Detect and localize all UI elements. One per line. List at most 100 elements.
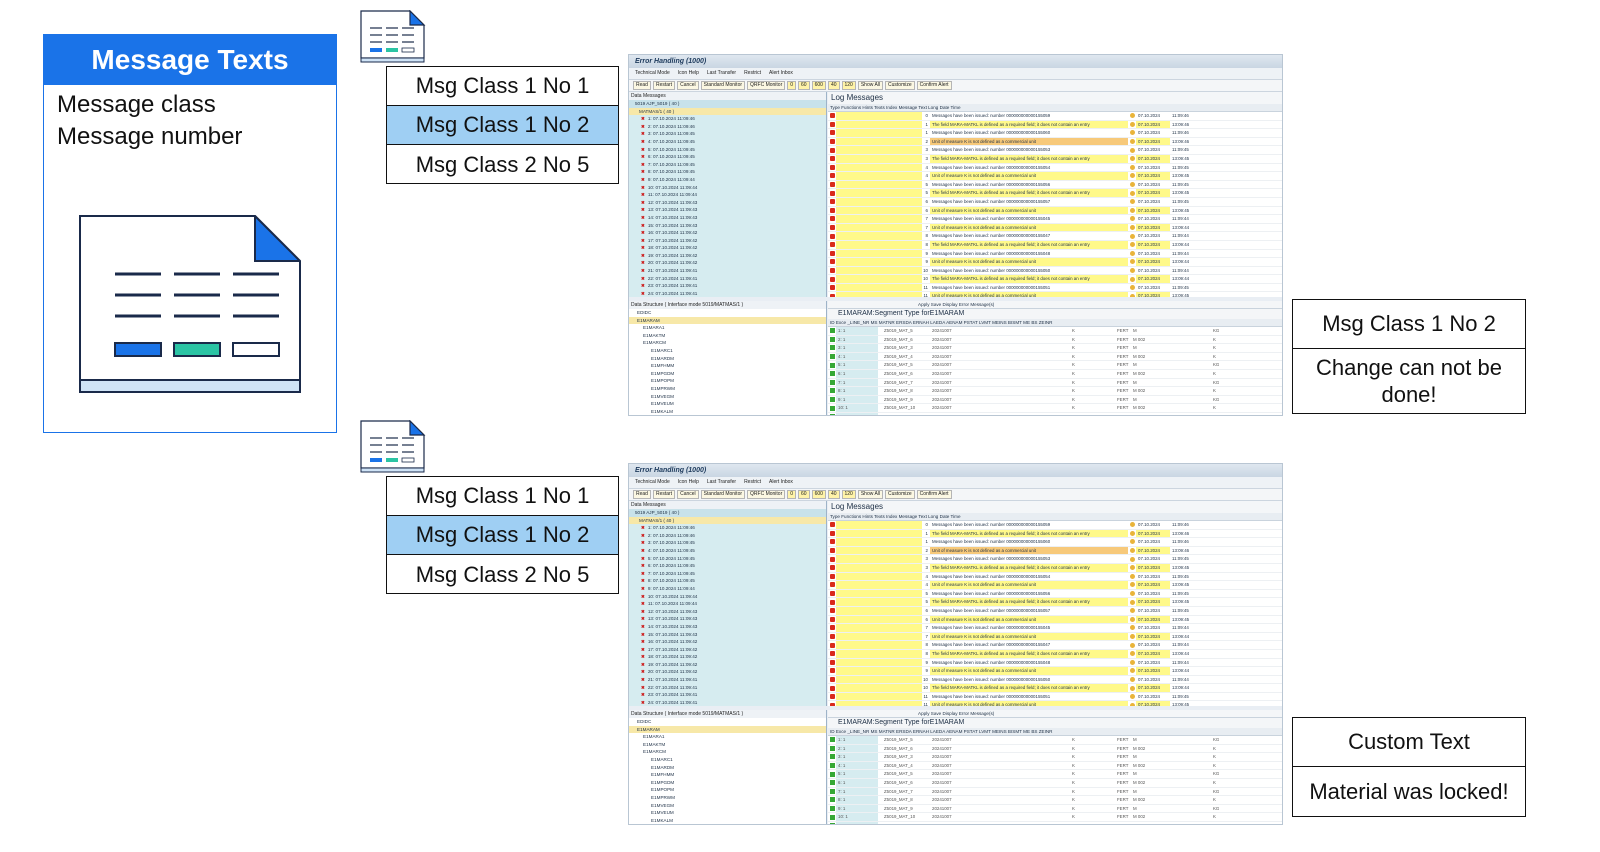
structure-item[interactable]: E1MKALM [629,408,826,415]
segment-row[interactable]: 1: 1 Z5019_MAT_5 20241007 K FERT M KG [828,327,1282,336]
structure-item[interactable]: E1MARC1 [629,347,826,355]
structure-item[interactable]: E1MPRWM [629,385,826,393]
tree-item[interactable]: ✖ 5: 07.10.2024 11:09:45 [629,145,826,154]
segment-row[interactable]: 3: 1 Z5019_MAT_3 20241007 K FERT M K [828,344,1282,353]
structure-item[interactable]: E1MPGDM [629,779,826,787]
log-row[interactable]: 10 Messages have been issued: number 0000… [828,675,1282,685]
log-row[interactable]: 8 The field MARA-MATKL is defined as a re… [828,240,1282,250]
log-row[interactable]: 5 The field MARA-MATKL is defined as a re… [828,598,1282,607]
log-row[interactable]: 5 Messages have been issued: number 00000… [828,180,1282,190]
log-row[interactable]: 1 The field MARA-MATKL is defined as a re… [828,529,1282,539]
segment-row[interactable]: 2: 1 Z5019_MAT_6 20241007 K FERT M 002 K [828,744,1282,754]
segment-row[interactable]: 4: 1 Z5019_MAT_4 20241007 K FERT M 002 K [828,352,1282,362]
log-row[interactable]: 11 Unit of measure K is not defined as a … [828,292,1282,297]
sap-toolbar-button[interactable]: Cancel [677,81,699,90]
tree-item[interactable]: ✖ 17: 07.10.2024 11:09:42 [629,645,826,654]
structure-item[interactable]: E1MARCM [629,339,826,347]
structure-item[interactable]: E1MFHMM [629,362,826,370]
tree-item[interactable]: ✖ 24: 07.10.2024 11:09:41 [629,698,826,706]
log-row[interactable]: 8 The field MARA-MATKL is defined as a re… [828,649,1282,659]
structure-item[interactable]: E1MVEUM [629,400,826,408]
log-row[interactable]: 1 Messages have been issued: number 00000… [828,129,1282,138]
tree-item[interactable]: ✖ 23: 07.10.2024 11:09:41 [629,691,826,699]
sap-toolbar-button[interactable]: Read [633,81,651,90]
message-list-item[interactable]: Msg Class 1 No 1 [387,67,618,106]
tree-root[interactable]: 5019 AJP_5019 ( 40 ) [629,509,826,517]
log-row[interactable]: 10 Messages have been issued: number 0000… [828,266,1282,276]
sap-toolbar-button[interactable]: QRFC Monitor [747,490,786,499]
tree-item[interactable]: ✖ 22: 07.10.2024 11:09:41 [629,274,826,283]
log-row[interactable]: 6 Messages have been issued: number 00000… [828,197,1282,207]
log-row[interactable]: 4 Unit of measure K is not defined as a c… [828,581,1282,590]
tree-item[interactable]: ✖ 21: 07.10.2024 11:09:41 [629,676,826,684]
tree-item[interactable]: ✖ 3: 07.10.2024 11:09:45 [629,130,826,138]
log-row[interactable]: 8 Messages have been issued: number 00000… [828,232,1282,241]
log-row[interactable]: 11 Unit of measure K is not defined as a … [828,701,1282,706]
sap-toolbar-button[interactable]: Technical Mode [635,70,670,76]
log-row[interactable]: 3 Messages have been issued: number 00000… [828,146,1282,155]
sap-toolbar-button[interactable]: Standard Monitor [700,490,746,499]
structure-item[interactable]: E1MARA1 [629,733,826,741]
tree-child[interactable]: MATMAS/1 ( 40 ) [629,516,826,525]
tree-item[interactable]: ✖ 9: 07.10.2024 11:09:44 [629,584,826,593]
sap-toolbar-button[interactable]: Restrict [744,70,761,76]
tree-item[interactable]: ✖ 1: 07.10.2024 11:09:46 [629,115,826,123]
tree-item[interactable]: ✖ 2: 07.10.2024 11:09:46 [629,122,826,131]
tree-item[interactable]: ✖ 16: 07.10.2024 11:09:42 [629,229,826,237]
message-list-item-selected[interactable]: Msg Class 1 No 2 [387,106,618,145]
tree-item[interactable]: ✖ 24: 07.10.2024 11:09:41 [629,289,826,297]
sap-toolbar-button[interactable]: 60 [798,490,810,499]
structure-item[interactable]: E1MARC1 [629,756,826,764]
log-row[interactable]: 8 Messages have been issued: number 00000… [828,641,1282,650]
structure-item[interactable]: E1MFHMM [629,771,826,779]
segment-row[interactable]: 7: 1 Z5019_MAT_7 20241007 K FERT M KG [828,787,1282,797]
sap-toolbar-button[interactable]: 0 [787,81,797,90]
tree-item[interactable]: ✖ 6: 07.10.2024 11:09:45 [629,562,826,570]
log-row[interactable]: 0 Messages have been issued: number 00000… [828,521,1282,530]
tree-item[interactable]: ✖ 7: 07.10.2024 11:09:45 [629,569,826,578]
sap-toolbar-button[interactable]: 120 [841,490,856,499]
sap-toolbar-button[interactable]: 40 [827,490,840,499]
sap-toolbar-button[interactable]: Confirm Alert [916,81,952,90]
sap-toolbar-button[interactable]: Last Transfer [707,479,736,485]
structure-item[interactable]: E1MAKTM [629,332,826,340]
message-list-item[interactable]: Msg Class 2 No 5 [387,555,618,594]
structure-item[interactable]: E1MVEGM [629,393,826,401]
tree-item[interactable]: ✖ 4: 07.10.2024 11:09:45 [629,546,826,555]
log-row[interactable]: 5 The field MARA-MATKL is defined as a re… [828,189,1282,198]
sap-toolbar-button[interactable]: Alert Inbox [769,479,793,485]
sap-toolbar-button[interactable]: Read [633,490,651,499]
structure-item[interactable]: E1MARDM [629,355,826,363]
log-row[interactable]: 6 Unit of measure K is not defined as a c… [828,615,1282,625]
segment-row[interactable]: 4: 1 Z5019_MAT_4 20241007 K FERT M 002 K [828,761,1282,771]
sap-toolbar-button[interactable]: 0 [787,490,797,499]
log-row[interactable]: 10 The field MARA-MATKL is defined as a r… [828,275,1282,284]
structure-item[interactable]: E1MPGDM [629,370,826,378]
tree-item[interactable]: ✖ 8: 07.10.2024 11:09:45 [629,168,826,176]
sap-toolbar-button[interactable]: QRFC Monitor [747,81,786,90]
tree-item[interactable]: ✖ 14: 07.10.2024 11:09:43 [629,622,826,631]
tree-root[interactable]: 5019 AJP_5019 ( 40 ) [629,100,826,108]
log-row[interactable]: 6 Messages have been issued: number 00000… [828,606,1282,616]
log-row[interactable]: 0 Messages have been issued: number 00000… [828,112,1282,121]
segment-row[interactable]: 7: 1 Z5019_MAT_7 20241007 K FERT M KG [828,378,1282,388]
log-row[interactable]: 4 Messages have been issued: number 00000… [828,572,1282,582]
sap-toolbar-button[interactable]: Restart [652,490,676,499]
structure-item[interactable]: E1MPOPM [629,377,826,385]
sap-toolbar-button[interactable]: Customize [885,490,915,499]
log-row[interactable]: 9 Messages have been issued: number 00000… [828,249,1282,259]
tree-item[interactable]: ✖ 11: 07.10.2024 11:09:44 [629,600,826,608]
log-row[interactable]: 7 Unit of measure K is not defined as a c… [828,223,1282,233]
log-row[interactable]: 4 Messages have been issued: number 00000… [828,163,1282,173]
segment-row[interactable]: 9: 1 Z5019_MAT_9 20241007 K FERT M KG [828,804,1282,814]
tree-item[interactable]: ✖ 18: 07.10.2024 11:09:42 [629,244,826,252]
sap-toolbar-button[interactable]: Standard Monitor [700,81,746,90]
segment-row[interactable]: 6: 1 Z5019_MAT_6 20241007 K FERT M 002 K [828,369,1282,379]
tree-child[interactable]: MATMAS/1 ( 40 ) [629,107,826,116]
sap-toolbar-button[interactable]: Technical Mode [635,479,670,485]
tree-item[interactable]: ✖ 10: 07.10.2024 11:09:44 [629,592,826,601]
sap-toolbar-button[interactable]: Last Transfer [707,70,736,76]
tree-item[interactable]: ✖ 14: 07.10.2024 11:09:43 [629,213,826,222]
sap-toolbar-button[interactable]: Show All [857,81,884,90]
log-row[interactable]: 1 The field MARA-MATKL is defined as a re… [828,120,1282,130]
